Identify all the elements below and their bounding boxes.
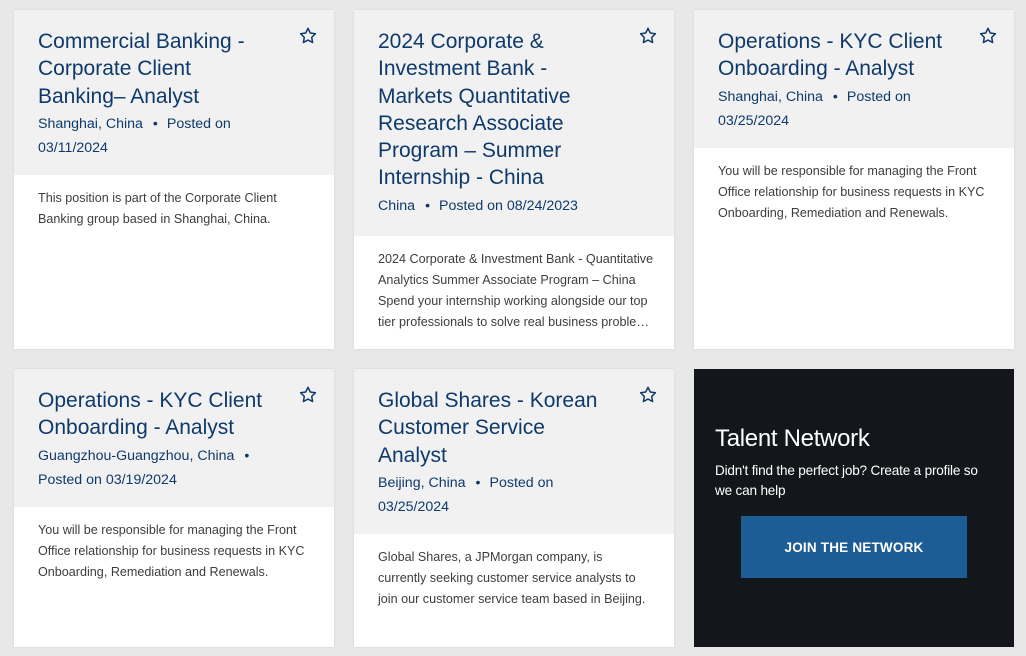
job-title-line[interactable]: Onboarding - Analyst <box>718 57 914 80</box>
job-title-line[interactable]: Analyst <box>378 444 447 467</box>
job-description: 2024 Corporate & Investment Bank - Quant… <box>378 252 654 329</box>
job-description: You will be responsible for managing the… <box>38 523 305 579</box>
job-card[interactable]: Commercial Banking - Corporate Client Ba… <box>14 10 334 349</box>
job-description: This position is part of the Corporate C… <box>38 191 277 226</box>
job-title-line[interactable]: Onboarding - Analyst <box>38 416 234 439</box>
separator-dot: • <box>832 88 838 105</box>
job-title-link[interactable]: Commercial Banking - Corporate Client Ba… <box>38 28 282 110</box>
star-outline-icon[interactable] <box>298 26 318 46</box>
job-title-line[interactable]: Operations - KYC Client <box>38 389 262 412</box>
separator-dot: • <box>475 474 481 491</box>
job-location: Guangzhou-Guangzhou, China <box>38 447 235 464</box>
job-title-link[interactable]: Operations - KYC Client Onboarding - Ana… <box>38 387 282 442</box>
job-meta: Guangzhou-Guangzhou, China • Posted on 03… <box>38 444 282 492</box>
job-title-line[interactable]: Program – Summer <box>378 139 561 162</box>
job-title-line[interactable]: Markets Quantitative <box>378 85 571 108</box>
job-title-link[interactable]: Operations - KYC Client Onboarding - Ana… <box>718 28 962 83</box>
talent-network-panel: Talent Network Didn't find the perfect j… <box>694 369 1014 647</box>
job-meta: Beijing, China • Posted on 03/25/2024 <box>378 471 622 519</box>
job-location: China <box>378 197 416 214</box>
posted-date: 03/11/2024 <box>38 139 108 156</box>
star-outline-icon[interactable] <box>298 385 318 405</box>
job-card[interactable]: Global Shares - Korean Customer Service … <box>354 369 674 647</box>
job-meta: Shanghai, China • Posted on 03/11/2024 <box>38 112 282 160</box>
talent-network-text: Didn't find the perfect job? Create a pr… <box>715 463 978 498</box>
separator-dot: • <box>152 115 158 132</box>
posted-label: Posted on 08/24/2023 <box>439 197 578 214</box>
job-card[interactable]: Operations - KYC Client Onboarding - Ana… <box>14 369 334 647</box>
job-card-header: 2024 Corporate & Investment Bank - Marke… <box>354 10 674 236</box>
job-card-header: Operations - KYC Client Onboarding - Ana… <box>14 369 334 507</box>
job-meta: Shanghai, China • Posted on 03/25/2024 <box>718 85 962 133</box>
job-description: You will be responsible for managing the… <box>718 164 985 220</box>
separator-dot: • <box>244 447 250 464</box>
separator-dot: • <box>425 197 431 214</box>
job-meta: China • Posted on 08/24/2023 <box>378 194 622 218</box>
job-card-header: Global Shares - Korean Customer Service … <box>354 369 674 534</box>
job-description: Global Shares, a JPMorgan company, is cu… <box>378 550 646 606</box>
job-title-line[interactable]: Research Associate <box>378 112 564 135</box>
job-title-line[interactable]: Investment Bank - <box>378 57 547 80</box>
join-network-button[interactable]: JOIN THE NETWORK <box>741 516 967 578</box>
job-title-link[interactable]: Global Shares - Korean Customer Service … <box>378 387 622 469</box>
posted-label: Posted on <box>846 88 911 105</box>
job-location: Shanghai, China <box>718 88 823 105</box>
talent-network-title: Talent Network <box>715 425 870 452</box>
job-title-line[interactable]: Internship - China <box>378 166 544 189</box>
posted-label: Posted on <box>166 115 231 132</box>
job-title-line[interactable]: Operations - KYC Client <box>718 30 942 53</box>
posted-date: 03/25/2024 <box>378 498 450 515</box>
star-outline-icon[interactable] <box>638 26 658 46</box>
job-location: Beijing, China <box>378 474 466 491</box>
job-title-line[interactable]: Customer Service <box>378 416 545 439</box>
star-outline-icon[interactable] <box>638 385 658 405</box>
job-title-line[interactable]: 2024 Corporate & <box>378 30 544 53</box>
job-card-header: Commercial Banking - Corporate Client Ba… <box>14 10 334 175</box>
job-title-line[interactable]: Corporate Client <box>38 57 191 80</box>
job-card-header: Operations - KYC Client Onboarding - Ana… <box>694 10 1014 148</box>
job-title-link[interactable]: 2024 Corporate & Investment Bank - Marke… <box>378 28 622 192</box>
job-card[interactable]: 2024 Corporate & Investment Bank - Marke… <box>354 10 674 349</box>
posted-label: Posted on <box>489 474 554 491</box>
posted-label: Posted on 03/19/2024 <box>38 471 177 488</box>
job-title-line[interactable]: Commercial Banking - <box>38 30 245 53</box>
job-title-line[interactable]: Global Shares - Korean <box>378 389 597 412</box>
job-location: Shanghai, China <box>38 115 143 132</box>
star-outline-icon[interactable] <box>978 26 998 46</box>
job-card[interactable]: Operations - KYC Client Onboarding - Ana… <box>694 10 1014 349</box>
posted-date: 03/25/2024 <box>718 112 790 129</box>
job-title-line[interactable]: Banking– Analyst <box>38 85 199 108</box>
